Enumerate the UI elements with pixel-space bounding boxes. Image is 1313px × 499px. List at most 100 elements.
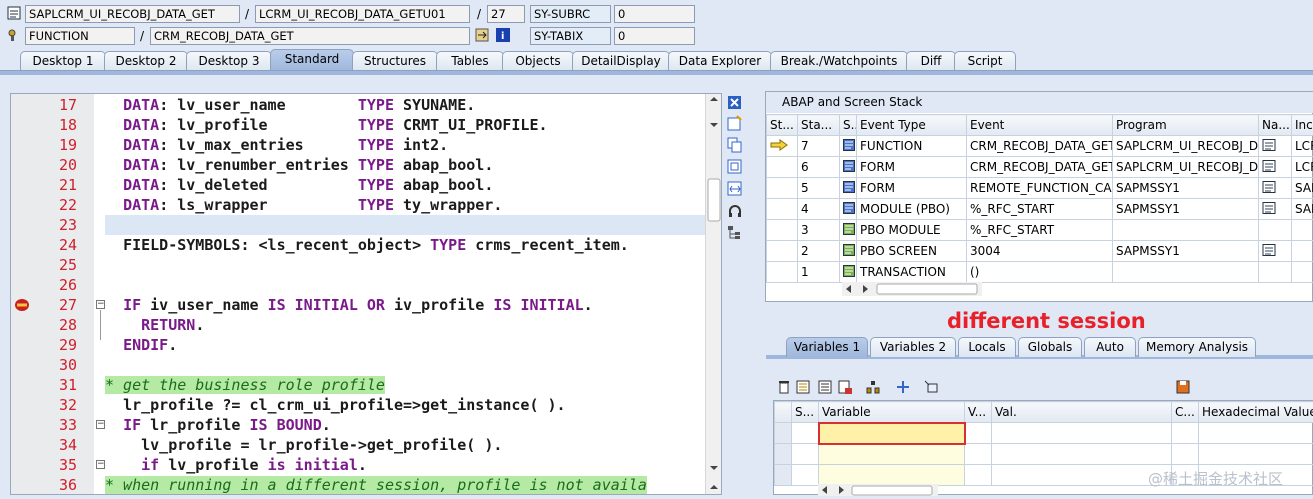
tab-standard[interactable]: Standard — [270, 49, 354, 71]
stack-program[interactable]: SAPLCRM_UI_RECOBJ_D... — [1113, 136, 1259, 157]
stack-event-type[interactable]: FORM — [857, 178, 967, 199]
tab-desktop-1[interactable]: Desktop 1 — [20, 51, 106, 71]
stack-include[interactable]: SAP — [1292, 178, 1313, 199]
code-line[interactable]: if lv_profile is initial. — [105, 455, 705, 475]
export-icon[interactable] — [838, 380, 852, 394]
stack-program[interactable] — [1113, 262, 1259, 283]
stack-level[interactable]: 5 — [798, 178, 840, 199]
code-line[interactable]: IF iv_user_name IS INITIAL OR iv_profile… — [105, 295, 705, 315]
hierarchy-icon[interactable] — [866, 380, 880, 394]
fold-toggle-icon[interactable]: − — [96, 300, 105, 309]
var-cell[interactable] — [1172, 423, 1199, 444]
stack-col-na[interactable]: Na... — [1259, 115, 1292, 136]
tab-memory-analysis[interactable]: Memory Analysis — [1138, 337, 1256, 357]
tree-icon[interactable] — [727, 225, 743, 241]
var-cell[interactable] — [792, 444, 819, 465]
stack-row[interactable]: 3PBO MODULE%_RFC_START — [767, 220, 1313, 241]
source-editor[interactable]: 1718192021222324252627282930313233343536… — [10, 93, 722, 495]
insert-icon[interactable] — [796, 380, 810, 394]
stack-level[interactable]: 7 — [798, 136, 840, 157]
var-cell[interactable] — [792, 423, 819, 444]
var-cell[interactable] — [992, 423, 1172, 444]
move-icon[interactable] — [896, 380, 910, 394]
breakpoint-gutter[interactable] — [11, 94, 34, 495]
navigate-icon[interactable] — [1259, 199, 1292, 220]
stack-type-icon[interactable] — [840, 136, 857, 157]
row-selector[interactable] — [775, 423, 792, 444]
close-icon[interactable] — [727, 95, 743, 111]
code-line[interactable]: lr_profile ?= cl_crm_ui_profile=>get_ins… — [105, 395, 705, 415]
stack-program[interactable]: SAPMSSY1 — [1113, 178, 1259, 199]
code-line[interactable]: lv_profile = lr_profile->get_profile( ). — [105, 435, 705, 455]
delete-icon[interactable] — [777, 380, 791, 394]
headset-icon[interactable] — [727, 203, 743, 219]
current-arrow-icon[interactable] — [767, 157, 798, 178]
current-arrow-icon[interactable] — [767, 262, 798, 283]
copy-icon[interactable] — [727, 137, 743, 153]
info-icon[interactable]: i — [496, 28, 510, 42]
stack-type-icon[interactable] — [840, 178, 857, 199]
sysvar-value-1[interactable]: 0 — [614, 5, 695, 23]
stack-event-type[interactable]: MODULE (PBO) — [857, 199, 967, 220]
var-cell[interactable] — [792, 465, 819, 486]
tab-desktop-3[interactable]: Desktop 3 — [186, 51, 272, 71]
navigate-icon[interactable] — [1259, 157, 1292, 178]
stack-col-level[interactable]: Sta... — [798, 115, 840, 136]
tab-script[interactable]: Script — [954, 51, 1016, 71]
maximize-icon[interactable] — [727, 159, 743, 175]
stack-program[interactable]: SAPLCRM_UI_RECOBJ_D... — [1113, 157, 1259, 178]
current-arrow-icon[interactable] — [767, 199, 798, 220]
stack-row[interactable]: 6FORMCRM_RECOBJ_DATA_GETSAPLCRM_UI_RECOB… — [767, 157, 1313, 178]
stack-level[interactable]: 4 — [798, 199, 840, 220]
stack-program[interactable]: SAPMSSY1 — [1113, 199, 1259, 220]
current-arrow-icon[interactable] — [767, 241, 798, 262]
stack-event-type[interactable]: FORM — [857, 157, 967, 178]
sysvar-value-2[interactable]: 0 — [614, 27, 695, 45]
stack-col-incl[interactable]: Incl — [1292, 115, 1313, 136]
var-col-hex[interactable]: Hexadecimal Value — [1199, 402, 1313, 423]
code-line[interactable]: IF lr_profile IS BOUND. — [105, 415, 705, 435]
var-col-c[interactable]: C... — [1172, 402, 1199, 423]
code-line[interactable]: DATA: lv_max_entries TYPE int2. — [105, 135, 705, 155]
code-line[interactable] — [105, 275, 705, 295]
var-cell[interactable] — [1199, 423, 1313, 444]
fold-toggle-icon[interactable]: − — [96, 460, 105, 469]
stack-event[interactable]: REMOTE_FUNCTION_CA... — [967, 178, 1113, 199]
variable-input[interactable] — [819, 465, 965, 486]
stack-level[interactable]: 3 — [798, 220, 840, 241]
tab-detaildisplay[interactable]: DetailDisplay — [572, 51, 670, 71]
stack-event[interactable]: 3004 — [967, 241, 1113, 262]
code-line[interactable]: DATA: lv_profile TYPE CRMT_UI_PROFILE. — [105, 115, 705, 135]
var-cell[interactable] — [992, 444, 1172, 465]
var-cell[interactable] — [1172, 444, 1199, 465]
navigate-icon[interactable] — [1259, 220, 1292, 241]
stack-level[interactable]: 6 — [798, 157, 840, 178]
code-line[interactable]: DATA: ls_wrapper TYPE ty_wrapper. — [105, 195, 705, 215]
stack-program[interactable]: SAPMSSY1 — [1113, 241, 1259, 262]
navigate-icon[interactable] — [1259, 262, 1292, 283]
stack-type-icon[interactable] — [840, 220, 857, 241]
var-cell[interactable] — [965, 423, 992, 444]
tab-globals[interactable]: Globals — [1018, 337, 1082, 357]
stack-type-icon[interactable] — [840, 199, 857, 220]
stack-event[interactable]: CRM_RECOBJ_DATA_GET — [967, 136, 1113, 157]
tab-auto[interactable]: Auto — [1084, 337, 1136, 357]
stack-include[interactable]: LCR — [1292, 157, 1313, 178]
stack-event-type[interactable]: PBO MODULE — [857, 220, 967, 241]
code-area[interactable]: DATA: lv_user_name TYPE SYUNAME. DATA: l… — [105, 94, 705, 495]
var-col-s[interactable]: S... — [792, 402, 819, 423]
code-line[interactable]: FIELD-SYMBOLS: <ls_recent_object> TYPE c… — [105, 235, 705, 255]
stack-col-st[interactable]: St... — [767, 115, 798, 136]
row-selector[interactable] — [775, 465, 792, 486]
stack-hscrollbar[interactable] — [842, 282, 982, 296]
stack-event-type[interactable]: PBO SCREEN — [857, 241, 967, 262]
code-line[interactable]: DATA: lv_renumber_entries TYPE abap_bool… — [105, 155, 705, 175]
code-line[interactable]: DATA: lv_deleted TYPE abap_bool. — [105, 175, 705, 195]
swap-icon[interactable] — [727, 181, 743, 197]
stack-include[interactable]: LCR — [1292, 136, 1313, 157]
code-line[interactable]: DATA: lv_user_name TYPE SYUNAME. — [105, 95, 705, 115]
var-cell[interactable] — [1199, 444, 1313, 465]
navigate-icon[interactable] — [1259, 178, 1292, 199]
var-col-variable[interactable]: Variable — [819, 402, 965, 423]
current-arrow-icon[interactable] — [767, 220, 798, 241]
